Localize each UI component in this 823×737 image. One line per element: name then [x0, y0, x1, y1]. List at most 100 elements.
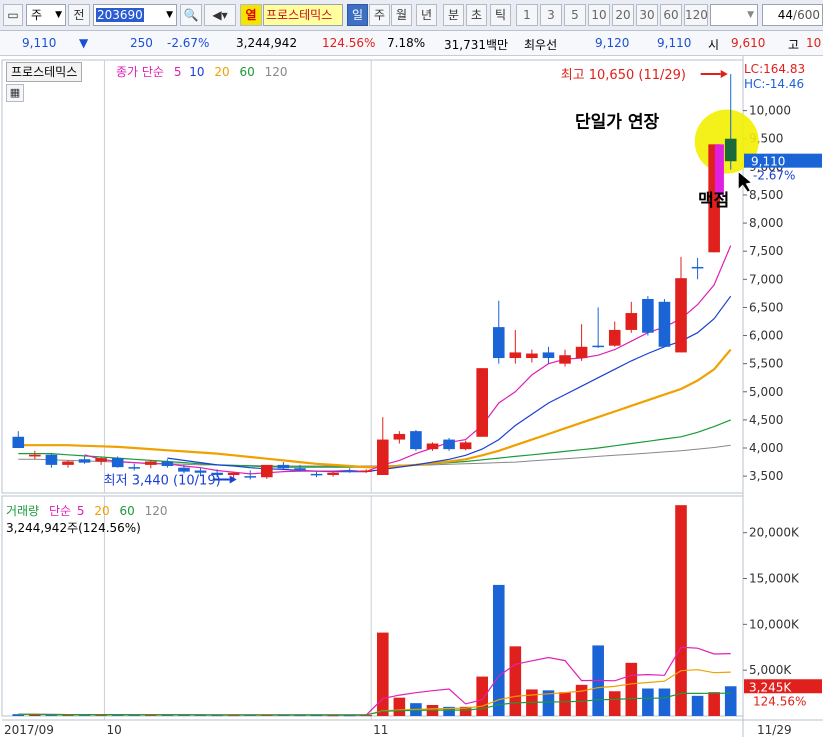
window-icon[interactable]: ▭ — [3, 4, 23, 26]
period-tab-5[interactable]: 초 — [466, 4, 487, 26]
hc-label: HC:-14.46 — [744, 77, 805, 91]
count-input[interactable]: 44/600 — [762, 4, 823, 26]
price-tick-label: 8,000 — [749, 216, 783, 230]
stock-name-box[interactable]: 프로스테믹스 — [6, 62, 83, 82]
code-input[interactable]: 203690 ▼ — [93, 4, 177, 26]
vma5-label: 5 — [76, 504, 85, 518]
volume-info: 3,244,942주(124.56%) — [6, 521, 141, 535]
minute-option-10[interactable]: 10 — [588, 4, 610, 26]
candle-body — [492, 327, 505, 359]
candle-body — [194, 470, 207, 473]
chevron-down-icon: ▼ — [166, 10, 173, 20]
x-axis-label: 10 — [106, 723, 121, 737]
price-tick-label: 4,500 — [749, 413, 783, 427]
period-tab-1[interactable]: 주 — [369, 4, 390, 26]
price-volume-chart[interactable]: 2017/09101111/2910,0009,5009,0008,5008,0… — [0, 56, 823, 737]
blank-select[interactable]: ▼ — [710, 4, 758, 26]
vma20-label: 20 — [94, 504, 110, 518]
volume-bar — [393, 697, 406, 716]
price-legend: 종가 단순 5 10 20 60 120 — [116, 63, 294, 80]
volume-bar — [658, 688, 671, 716]
volume-tick-label: 15,000K — [749, 572, 800, 586]
high-note: 최고 10,650 (11/29) — [561, 68, 686, 83]
vma60-label: 60 — [119, 504, 135, 518]
period-tab-6[interactable]: 틱 — [490, 4, 511, 26]
current-price-pct: -2.67% — [753, 169, 795, 183]
volume-bar — [675, 505, 687, 716]
stock-name-field[interactable]: 프로스테믹스 — [263, 4, 343, 26]
grid-icon[interactable]: ▦ — [6, 84, 24, 102]
current-volume-pct: 124.56% — [753, 694, 806, 708]
period-tab-4[interactable]: 분 — [443, 4, 464, 26]
candle-body — [542, 352, 555, 359]
candle-body — [410, 431, 422, 450]
candle-body — [592, 345, 604, 348]
candle-body — [608, 329, 621, 346]
period-tab-0[interactable]: 일 — [347, 4, 368, 26]
gap-bar — [714, 144, 724, 195]
quote-change: 250 — [130, 36, 153, 50]
minute-option-3[interactable]: 3 — [540, 4, 562, 26]
candle-body — [443, 439, 455, 450]
candle-body — [128, 467, 141, 469]
price-tick-label: 6,500 — [749, 300, 783, 314]
candle-body — [95, 458, 107, 462]
candle-body — [310, 473, 323, 476]
minute-option-5[interactable]: 5 — [564, 4, 586, 26]
quote-best-ask-label: 최우선 — [524, 38, 558, 52]
volume-bar — [708, 692, 720, 716]
candle-body — [360, 470, 373, 473]
candle-body — [393, 433, 406, 440]
low-note: 최저 3,440 (10/19) — [104, 474, 221, 489]
volume-legend-title: 단순 — [48, 504, 72, 518]
volume-bar — [642, 688, 654, 716]
count-value: 44 — [777, 8, 794, 22]
quote-high: 10 — [806, 36, 822, 50]
minute-option-60[interactable]: 60 — [660, 4, 682, 26]
quote-open: 9,610 — [731, 36, 766, 50]
period-select[interactable]: 주 ▼ — [26, 4, 66, 26]
quote-change-arrow: ▼ — [79, 36, 89, 50]
candle-body — [294, 468, 306, 471]
candle-body — [476, 368, 488, 437]
speaker-icon[interactable]: ◀▾ — [204, 4, 236, 26]
candle-body — [12, 436, 25, 449]
chevron-down-icon: ▼ — [55, 10, 62, 20]
quote-change-pct: -2.67% — [167, 36, 210, 50]
period-tab-3[interactable]: 년 — [416, 4, 437, 26]
ma20-label: 20 — [214, 65, 230, 79]
x-axis-label: 11 — [373, 723, 388, 737]
annotation-upper: 단일가 연장 — [575, 112, 659, 132]
x-axis-label: 2017/09 — [4, 723, 54, 737]
lc-label: LC:164.83 — [744, 62, 806, 76]
candle-body — [459, 442, 472, 450]
volume-bar — [559, 692, 571, 716]
chevron-down-icon: ▼ — [747, 10, 754, 20]
quote-high-label: 고 — [788, 38, 800, 52]
minute-option-120[interactable]: 120 — [684, 4, 708, 26]
price-tick-label: 7,500 — [749, 244, 783, 258]
ma120-label: 120 — [264, 65, 288, 79]
candle-body — [724, 138, 737, 162]
candle-body — [658, 301, 671, 347]
candle-body — [642, 298, 654, 333]
volume-bar — [476, 676, 488, 716]
current-price-value: 9,110 — [751, 155, 785, 169]
minute-option-30[interactable]: 30 — [636, 4, 658, 26]
flag-badge[interactable]: 열 — [240, 4, 262, 26]
search-icon[interactable]: 🔍 — [180, 4, 202, 26]
ma10-label: 10 — [189, 65, 205, 79]
candle-body — [161, 461, 174, 467]
candle-body — [691, 266, 704, 269]
annotation-lower: 맥점 — [698, 191, 729, 211]
quote-best-bid: 9,110 — [657, 36, 692, 50]
minute-option-1[interactable]: 1 — [516, 4, 538, 26]
price-tick-label: 5,000 — [749, 385, 783, 399]
period-tab-2[interactable]: 월 — [391, 4, 412, 26]
volume-bar — [608, 691, 621, 716]
volume-legend: 거래량 단순 5 20 60 120 — [6, 502, 173, 519]
minute-option-20[interactable]: 20 — [612, 4, 634, 26]
quote-best-ask: 9,120 — [595, 36, 630, 50]
candle-body — [675, 278, 687, 353]
prev-button[interactable]: 전 — [68, 4, 90, 26]
